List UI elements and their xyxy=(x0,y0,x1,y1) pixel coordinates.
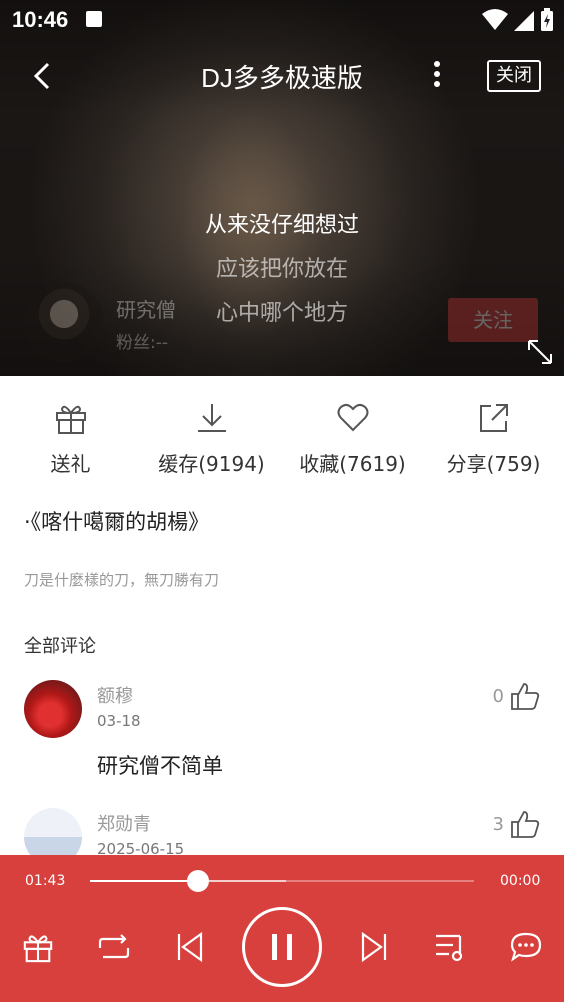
progress-thumb[interactable] xyxy=(186,870,209,892)
wifi-icon xyxy=(482,9,508,30)
action-bar: 送礼 缓存(9194) 收藏(7619) 分享(759) xyxy=(0,376,564,486)
comment-author[interactable]: 额穆 xyxy=(97,682,133,708)
favorite-button[interactable]: 收藏(7619) xyxy=(282,398,423,477)
comment-like-button[interactable]: 0 xyxy=(493,680,540,712)
gift-control-button[interactable] xyxy=(18,927,58,967)
gift-label: 送礼 xyxy=(50,452,91,476)
comment-icon xyxy=(510,932,542,962)
status-bar: 10:46 xyxy=(0,0,564,38)
comment-avatar[interactable] xyxy=(24,680,82,738)
comment-item: 郑勋青 2025-06-15 3 xyxy=(24,808,540,855)
top-bar: DJ多多极速版 关闭 xyxy=(0,50,564,100)
comment-avatar[interactable] xyxy=(24,808,82,855)
hero-cover: 10:46 DJ多多极速版 关闭 研究僧 粉丝:-- 关注 从来没仔细想过 应该… xyxy=(0,0,564,376)
favorite-label: 收藏(7619) xyxy=(299,452,406,476)
thumbs-up-icon xyxy=(511,811,540,838)
lyric-next-line: 心中哪个地方 xyxy=(215,301,348,326)
gift-icon xyxy=(23,935,53,963)
close-button[interactable]: 关闭 xyxy=(487,60,541,92)
repeat-icon xyxy=(98,934,130,959)
gift-button[interactable]: 送礼 xyxy=(0,398,141,477)
next-icon xyxy=(361,931,387,963)
notification-icon xyxy=(86,11,102,27)
next-button[interactable] xyxy=(354,927,394,967)
status-icons xyxy=(482,8,554,32)
comment-date: 03-18 xyxy=(97,712,141,730)
pause-button[interactable] xyxy=(242,907,322,987)
playlist-button[interactable] xyxy=(430,927,470,967)
page-title: DJ多多极速版 xyxy=(201,63,363,93)
playlist-icon xyxy=(436,934,463,962)
comments-header: 全部评论 xyxy=(24,636,96,657)
lyric-next-line: 应该把你放在 xyxy=(215,257,348,282)
player-bar: 01:43 00:00 xyxy=(0,855,564,1002)
comment-like-count: 3 xyxy=(492,813,504,835)
progress-slider[interactable] xyxy=(90,870,474,892)
cache-label: 缓存(9194) xyxy=(158,452,265,476)
more-options-button[interactable] xyxy=(424,58,450,92)
comment-like-button[interactable]: 3 xyxy=(493,808,540,840)
share-icon xyxy=(479,404,508,432)
progress-fill xyxy=(90,880,198,882)
previous-icon xyxy=(177,931,203,963)
lyric-current-line: 从来没仔细想过 xyxy=(204,213,359,238)
comment-author[interactable]: 郑勋青 xyxy=(97,810,151,836)
song-title: ·《喀什噶爾的胡楊》 xyxy=(24,510,210,534)
comment-text: 研究僧不简单 xyxy=(97,754,223,778)
download-icon xyxy=(197,404,226,432)
elapsed-time: 01:43 xyxy=(25,873,66,889)
comment-button[interactable] xyxy=(506,927,546,967)
lyrics-panel[interactable]: 从来没仔细想过 应该把你放在 心中哪个地方 xyxy=(0,208,564,340)
share-label: 分享(759) xyxy=(446,452,541,476)
share-button[interactable]: 分享(759) xyxy=(423,398,564,477)
heart-icon xyxy=(337,403,368,432)
thumbs-up-icon xyxy=(511,683,540,710)
expand-icon xyxy=(528,340,552,364)
battery-icon xyxy=(541,8,553,31)
previous-button[interactable] xyxy=(170,927,210,967)
total-time: 00:00 xyxy=(500,873,541,889)
comment-item: 额穆 03-18 研究僧不简单 0 xyxy=(24,680,540,790)
song-description: 刀是什麼樣的刀，無刀勝有刀 xyxy=(24,571,220,589)
comment-like-count: 0 xyxy=(492,685,504,707)
status-time: 10:46 xyxy=(12,7,69,32)
gift-icon xyxy=(55,405,86,434)
repeat-button[interactable] xyxy=(94,927,134,967)
cache-button[interactable]: 缓存(9194) xyxy=(141,398,282,477)
fullscreen-button[interactable] xyxy=(526,338,554,366)
more-vert-icon xyxy=(434,61,440,87)
pause-icon xyxy=(272,934,292,960)
signal-icon xyxy=(514,11,534,31)
comment-date: 2025-06-15 xyxy=(97,840,185,855)
